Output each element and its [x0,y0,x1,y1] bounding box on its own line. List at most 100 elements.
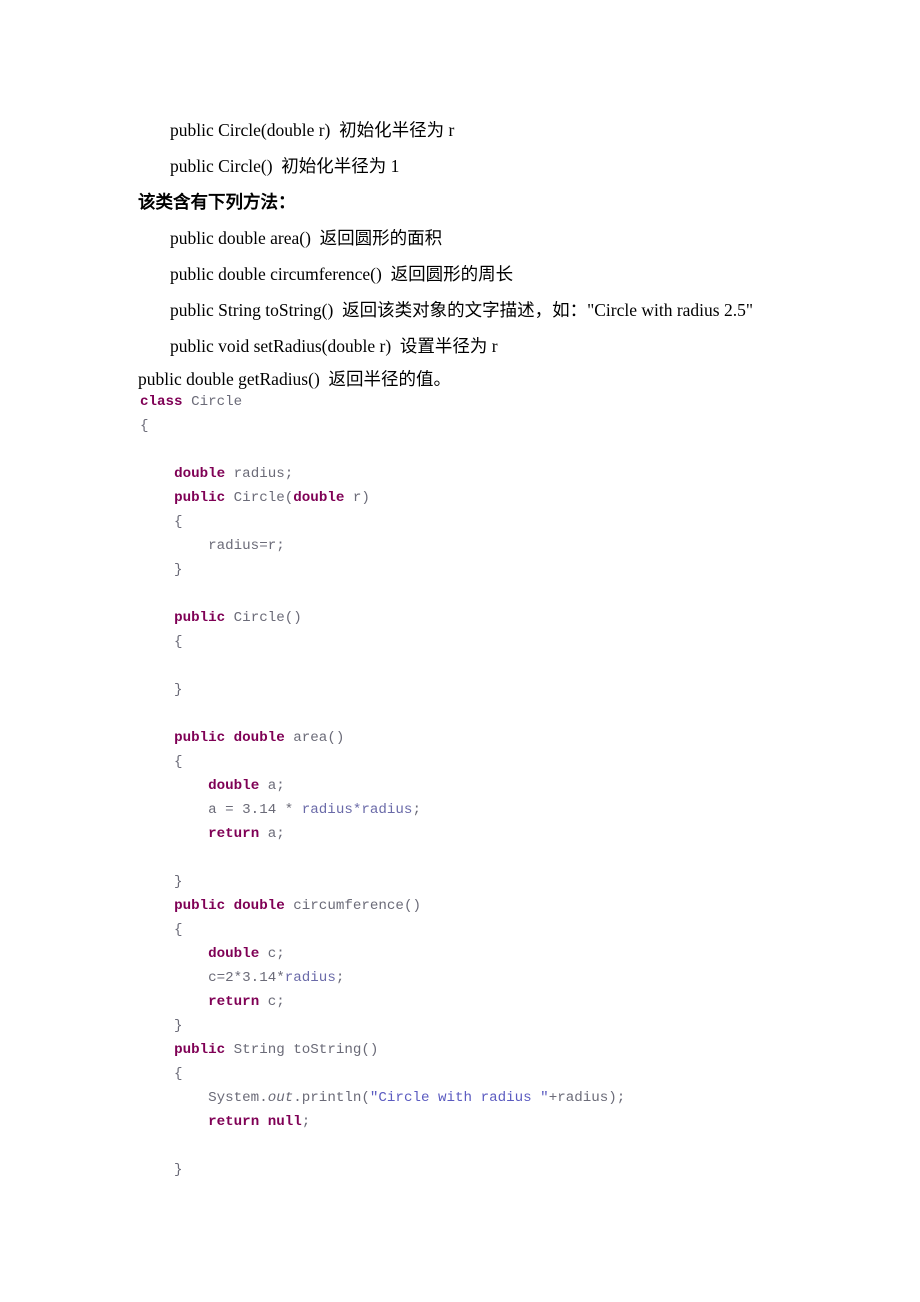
code-line: { [140,510,840,534]
code-line: { [140,750,840,774]
code-token: } [140,1162,183,1178]
document-page: public Circle(double r) 初始化半径为 r public C… [0,0,920,1302]
code-token: public double [174,730,285,746]
code-token: "Circle with radius " [369,1090,549,1106]
code-token: double [174,466,226,482]
code-token: Circle( [225,490,294,506]
code-token: System. [140,1090,268,1106]
code-token: ; [412,802,421,818]
code-token: radius [284,970,336,986]
code-line: return c; [140,990,840,1014]
code-line: System.out.println("Circle with radius "… [140,1086,840,1110]
code-token: radius=r; [140,538,285,554]
code-line: public String toString() [140,1038,840,1062]
prose-line-m-setradius: public void setRadius(double r) 设置半径为 r [170,336,498,356]
code-token: ; [301,1114,311,1130]
prose-section: public Circle(double r) 初始化半径为 r public C… [138,112,878,394]
code-token: public [174,490,226,506]
code-token: c=2*3.14* [140,970,285,986]
code-token: r) [344,490,370,506]
code-token: double [208,946,260,962]
code-line: public Circle(double r) [140,486,840,510]
code-line: public double circumference() [140,894,840,918]
code-token: } [140,874,183,890]
code-token: a; [259,778,285,794]
code-token: Circle [182,394,243,410]
code-line: { [140,1062,840,1086]
prose-line-ctor-double: public Circle(double r) 初始化半径为 r [170,120,455,140]
code-line: } [140,1014,840,1038]
prose-line-ctor-default: public Circle() 初始化半径为 1 [170,156,400,176]
code-token: } [140,1018,183,1034]
code-line: class Circle [140,390,840,414]
code-token: public [174,1042,226,1058]
code-token: String toString() [225,1042,379,1058]
code-token: out [267,1090,294,1106]
code-line: } [140,870,840,894]
code-line: return a; [140,822,840,846]
code-token: public double [174,898,285,914]
code-line: } [140,558,840,582]
code-token: radius*radius [301,802,413,818]
code-token: c; [259,994,285,1010]
code-token: { [140,418,149,434]
code-line: a = 3.14 * radius*radius; [140,798,840,822]
code-line: double a; [140,774,840,798]
code-token: class [140,394,183,410]
code-token: return [208,994,260,1010]
code-token: } [140,562,183,578]
code-line: double radius; [140,462,840,486]
prose-line-m-area: public double area() 返回圆形的面积 [170,228,443,248]
code-token: a; [259,826,285,842]
code-token: Circle() [225,610,302,626]
code-line: public double area() [140,726,840,750]
java-code-block: class Circle { double radius; public Circ… [140,390,840,1182]
code-line: { [140,414,840,438]
code-token: c; [259,946,285,962]
code-token: { [140,754,183,770]
code-token: area() [284,730,345,746]
code-token: { [140,922,183,938]
code-line: } [140,678,840,702]
code-token: { [140,514,183,530]
code-token: a = 3.14 * [140,802,302,818]
code-token: radius; [225,466,294,482]
code-token: public [174,610,226,626]
code-line: return null; [140,1110,840,1134]
code-line: c=2*3.14*radius; [140,966,840,990]
code-token: { [140,1066,183,1082]
prose-line-methods-heading: 该类含有下列方法： [138,192,296,212]
code-token: return [208,826,260,842]
code-line: { [140,918,840,942]
code-token: ; [335,970,345,986]
code-line: radius=r; [140,534,840,558]
prose-line-m-tostring: public String toString() 返回该类对象的文字描述，如："… [170,300,754,320]
code-line: } [140,1158,840,1182]
code-token: return null [208,1114,302,1130]
code-line: double c; [140,942,840,966]
code-token: double [208,778,260,794]
code-token: double [293,490,345,506]
code-token: .println( [293,1090,370,1106]
code-token: } [140,682,183,698]
code-token: circumference() [284,898,421,914]
code-token: +radius); [548,1090,626,1106]
code-line: public Circle() [140,606,840,630]
